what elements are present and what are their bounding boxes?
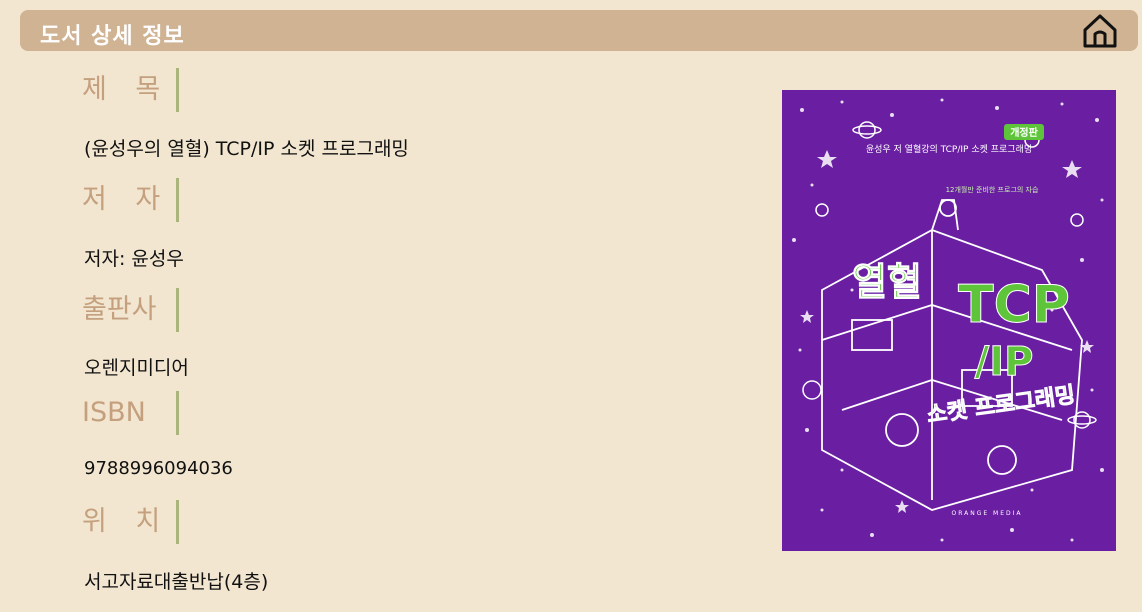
- field-label-author: 저 자: [82, 178, 179, 222]
- field-value-location: 서고자료대출반납(4층): [84, 571, 269, 593]
- cover-title-sub: 소켓 프로그래밍: [925, 383, 1076, 429]
- cover-subtitle: 윤성우 저 열혈강의 TCP/IP 소켓 프로그래밍: [866, 143, 1032, 155]
- home-icon: [1083, 14, 1117, 48]
- field-value-isbn: 9788996094036: [84, 458, 233, 479]
- field-value-publisher: 오렌지미디어: [84, 357, 189, 379]
- field-label-isbn: ISBN: [82, 391, 179, 435]
- field-label-location: 위 치: [82, 500, 179, 544]
- home-button[interactable]: [1080, 12, 1120, 50]
- cover-badge: 개정판: [1010, 126, 1038, 139]
- cover-title-tcp: TCP: [958, 275, 1070, 335]
- field-label-publisher: 출판사: [82, 288, 179, 332]
- page-title: 도서 상세 정보: [40, 24, 185, 49]
- field-label-title: 제 목: [82, 68, 179, 112]
- book-cover-art: 개정판 윤성우 저 열혈강의 TCP/IP 소켓 프로그래밍 12개월만 준비한…: [792, 98, 1104, 542]
- book-cover-image: 개정판 윤성우 저 열혈강의 TCP/IP 소켓 프로그래밍 12개월만 준비한…: [782, 90, 1116, 551]
- cover-tagline: 12개월만 준비한 프로그의 자습: [946, 185, 1039, 194]
- field-value-author: 저자: 윤성우: [84, 248, 184, 270]
- page-header: 도서 상세 정보: [20, 10, 1138, 51]
- cover-title-main: 열혈: [852, 260, 922, 304]
- cover-title-ip: /IP: [975, 339, 1034, 385]
- field-value-title: (윤성우의 열혈) TCP/IP 소켓 프로그래밍: [84, 138, 409, 160]
- cover-publisher-mark: ORANGE MEDIA: [951, 510, 1022, 517]
